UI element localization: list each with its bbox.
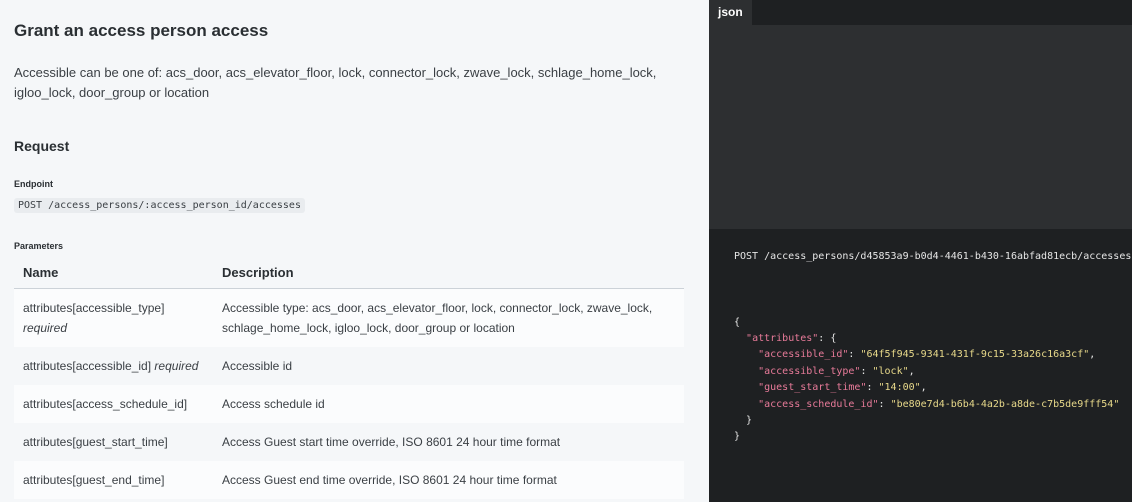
column-header-name: Name <box>14 256 213 289</box>
param-name-cell: attributes[accessible_id] required <box>14 346 213 385</box>
json-punct: , <box>1089 349 1096 361</box>
json-close-attributes: } <box>746 415 753 427</box>
param-description: Accessible type: acs_door, acs_elevator_… <box>213 288 684 347</box>
param-description: Access Guest start time override, ISO 86… <box>213 422 684 461</box>
code-block: POST /access_persons/d45853a9-b0d4-4461-… <box>734 251 1132 443</box>
request-heading: Request <box>14 138 70 154</box>
table-row: attributes[accessible_type] required Acc… <box>14 288 684 347</box>
json-punct: , <box>920 382 927 394</box>
column-header-description: Description <box>213 256 684 289</box>
json-key: "accessible_id" <box>758 349 849 361</box>
param-description: Access Guest end time override, ISO 8601… <box>213 460 684 499</box>
code-example-panel: json POST /access_persons/d45853a9-b0d4-… <box>709 0 1132 502</box>
json-value: "be80e7d4-b6b4-4a2b-a8de-c7b5de9fff54" <box>890 398 1120 410</box>
json-value: "lock" <box>872 365 909 377</box>
page-title: Grant an access person access <box>14 21 269 40</box>
page-description: Accessible can be one of: acs_door, acs_… <box>14 65 657 100</box>
documentation-panel: Grant an access person access Accessible… <box>0 0 709 502</box>
tab-json[interactable]: json <box>709 0 752 25</box>
json-close-brace: } <box>734 431 741 443</box>
table-header-row: Name Description <box>14 256 684 289</box>
param-name: attributes[access_schedule_id] <box>14 384 213 423</box>
param-name: attributes[guest_start_time] <box>14 422 213 461</box>
param-name: attributes[guest_end_time] <box>14 460 213 499</box>
json-punct: , <box>908 365 915 377</box>
table-row: attributes[guest_start_time] Access Gues… <box>14 422 684 461</box>
param-name: attributes[accessible_id] <box>23 358 152 373</box>
table-row: attributes[guest_end_time] Access Guest … <box>14 460 684 499</box>
param-name: attributes[accessible_type] <box>23 300 165 315</box>
table-row: attributes[access_schedule_id] Access sc… <box>14 384 684 423</box>
request-line: POST /access_persons/d45853a9-b0d4-4461-… <box>734 251 1132 262</box>
json-open-brace: { <box>734 316 741 328</box>
required-flag: required <box>23 320 68 335</box>
table-row: attributes[accessible_id] required Acces… <box>14 346 684 385</box>
endpoint-label: Endpoint <box>14 179 53 189</box>
json-key: "guest_start_time" <box>758 382 867 394</box>
param-description: Accessible id <box>213 346 684 385</box>
parameters-table: Name Description attributes[accessible_t… <box>14 256 684 499</box>
code-sample: POST /access_persons/d45853a9-b0d4-4461-… <box>709 229 1132 502</box>
language-tab-bar: json <box>709 0 1132 25</box>
json-value: "64f5f945-9341-431f-9c15-33a26c16a3cf" <box>860 349 1090 361</box>
endpoint-path: POST /access_persons/:access_person_id/a… <box>14 198 305 213</box>
param-description: Access schedule id <box>213 384 684 423</box>
param-name-cell: attributes[accessible_type] required <box>14 288 213 347</box>
json-value: "14:00" <box>878 382 921 394</box>
json-punct: : { <box>818 333 837 345</box>
json-key: "accessible_type" <box>758 365 861 377</box>
parameters-label: Parameters <box>14 241 64 251</box>
json-key: "access_schedule_id" <box>758 398 879 410</box>
required-flag: required <box>154 358 199 373</box>
json-key-attributes: "attributes" <box>746 333 819 345</box>
